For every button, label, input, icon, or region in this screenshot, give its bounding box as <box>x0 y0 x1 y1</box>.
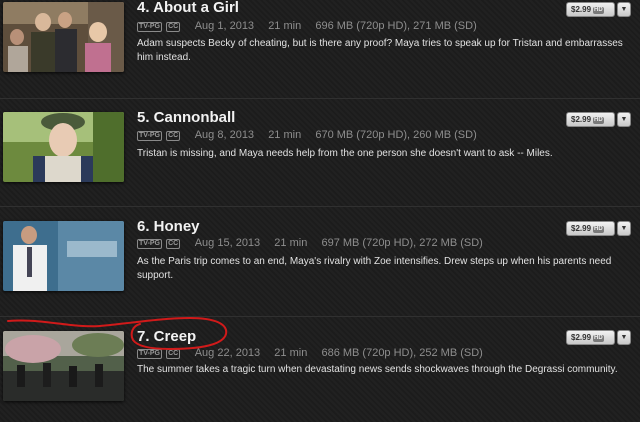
episode-meta: TV-PG CC Aug 1, 2013 21 min 696 MB (720p… <box>137 20 477 32</box>
cc-badge: CC <box>166 349 181 359</box>
episode-description: Adam suspects Becky of cheating, but is … <box>137 38 623 63</box>
episode-meta: TV-PG CC Aug 15, 2013 21 min 697 MB (720… <box>137 237 483 249</box>
price-label: $2.99 <box>571 333 592 342</box>
episode-row: 7. Creep TV-PG CC Aug 22, 2013 21 min 68… <box>0 316 640 422</box>
hd-badge: HD <box>593 226 604 233</box>
episode-description: Tristan is missing, and Maya needs help … <box>137 148 553 159</box>
episode-row: 6. Honey TV-PG CC Aug 15, 2013 21 min 69… <box>0 206 640 317</box>
episode-row: 5. Cannonball TV-PG CC Aug 8, 2013 21 mi… <box>0 98 640 207</box>
episode-title[interactable]: 4. About a Girl <box>137 0 239 16</box>
episode-meta: TV-PG CC Aug 22, 2013 21 min 686 MB (720… <box>137 347 483 359</box>
file-size: 697 MB (720p HD), 272 MB (SD) <box>321 237 483 249</box>
price-label: $2.99 <box>571 224 592 233</box>
buy-episode-button[interactable]: $2.99 HD <box>566 221 615 236</box>
file-size: 686 MB (720p HD), 252 MB (SD) <box>321 347 483 359</box>
buy-options-dropdown[interactable]: ▼ <box>617 221 631 236</box>
episode-description: The summer takes a tragic turn when deva… <box>137 364 618 375</box>
episode-meta: TV-PG CC Aug 8, 2013 21 min 670 MB (720p… <box>137 129 477 141</box>
duration: 21 min <box>274 347 308 359</box>
episode-thumbnail[interactable] <box>3 331 124 401</box>
hd-badge: HD <box>593 7 604 14</box>
buy-options-dropdown[interactable]: ▼ <box>617 2 631 17</box>
air-date: Aug 1, 2013 <box>194 20 255 32</box>
rating-badge: TV-PG <box>137 22 163 32</box>
chevron-down-icon: ▼ <box>620 225 628 232</box>
episode-thumbnail[interactable] <box>3 221 124 291</box>
price-label: $2.99 <box>571 115 592 124</box>
air-date: Aug 22, 2013 <box>194 347 261 359</box>
duration: 21 min <box>268 129 302 141</box>
chevron-down-icon: ▼ <box>620 116 628 123</box>
rating-badge: TV-PG <box>137 239 163 249</box>
episode-thumbnail[interactable] <box>3 2 124 72</box>
cc-badge: CC <box>166 22 181 32</box>
air-date: Aug 15, 2013 <box>194 237 261 249</box>
air-date: Aug 8, 2013 <box>194 129 255 141</box>
episode-title[interactable]: 7. Creep <box>137 328 196 345</box>
episode-row: 4. About a Girl TV-PG CC Aug 1, 2013 21 … <box>0 0 640 99</box>
cc-badge: CC <box>166 131 181 141</box>
file-size: 696 MB (720p HD), 271 MB (SD) <box>315 20 477 32</box>
chevron-down-icon: ▼ <box>620 334 628 341</box>
cc-badge: CC <box>166 239 181 249</box>
episode-description: As the Paris trip comes to an end, Maya'… <box>137 256 612 281</box>
duration: 21 min <box>274 237 308 249</box>
rating-badge: TV-PG <box>137 131 163 141</box>
file-size: 670 MB (720p HD), 260 MB (SD) <box>315 129 477 141</box>
hd-badge: HD <box>593 117 604 124</box>
buy-episode-button[interactable]: $2.99 HD <box>566 2 615 17</box>
chevron-down-icon: ▼ <box>620 6 628 13</box>
buy-episode-button[interactable]: $2.99 HD <box>566 330 615 345</box>
duration: 21 min <box>268 20 302 32</box>
episode-title[interactable]: 6. Honey <box>137 218 200 235</box>
buy-options-dropdown[interactable]: ▼ <box>617 330 631 345</box>
episode-thumbnail[interactable] <box>3 112 124 182</box>
price-label: $2.99 <box>571 5 592 14</box>
buy-options-dropdown[interactable]: ▼ <box>617 112 631 127</box>
buy-episode-button[interactable]: $2.99 HD <box>566 112 615 127</box>
episode-title[interactable]: 5. Cannonball <box>137 109 235 126</box>
hd-badge: HD <box>593 335 604 342</box>
rating-badge: TV-PG <box>137 349 163 359</box>
